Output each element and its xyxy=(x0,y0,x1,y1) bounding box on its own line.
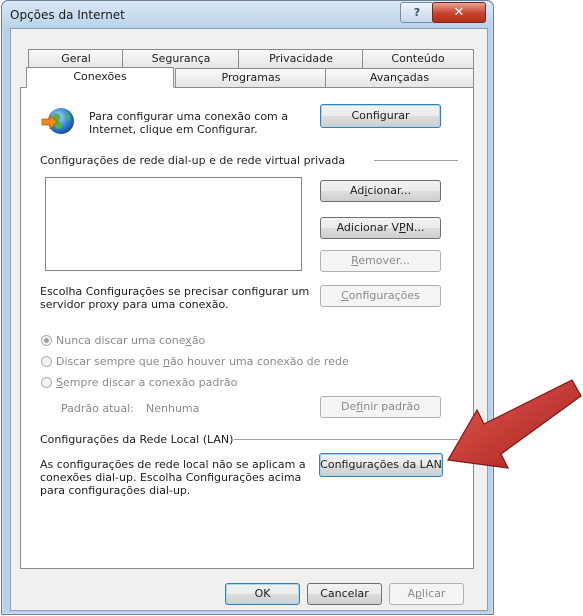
add-button[interactable]: Adicionar... xyxy=(320,180,441,202)
tab-geral[interactable]: Geral xyxy=(28,49,124,68)
lan-settings-button[interactable]: Configurações da LAN xyxy=(319,453,443,477)
radio-always-dial-label: Sempre discar a conexão padrão xyxy=(56,376,238,389)
apply-button[interactable]: Aplicar xyxy=(389,583,464,605)
tab-label: Privacidade xyxy=(269,52,333,65)
tab-seguranca[interactable]: Segurança xyxy=(122,49,240,68)
tab-programas[interactable]: Programas xyxy=(175,68,327,87)
setup-text-line1: Para configurar uma conexão com a xyxy=(89,110,289,123)
radio-dial-when-no-network[interactable] xyxy=(41,356,52,367)
set-default-button[interactable]: Definir padrão xyxy=(320,396,441,418)
tab-label: Conexões xyxy=(73,70,127,83)
group-divider xyxy=(234,439,458,440)
window-title: Opções da Internet xyxy=(10,8,125,22)
question-icon: ? xyxy=(413,6,421,19)
settings-button[interactable]: Configurações xyxy=(320,285,441,307)
help-button[interactable]: ? xyxy=(400,2,434,23)
lan-text-line1: As configurações de rede local não se ap… xyxy=(40,458,306,471)
radio-always-dial[interactable] xyxy=(41,377,52,388)
title-bar[interactable]: Opções da Internet ? ✕ xyxy=(2,1,493,27)
tab-conexoes[interactable]: Conexões xyxy=(26,67,174,88)
current-default-label: Padrão atual: xyxy=(61,402,134,415)
tab-conteudo[interactable]: Conteúdo xyxy=(362,49,474,68)
radio-dial-when-no-network-label: Discar sempre que não houver uma conexão… xyxy=(56,355,349,368)
tab-label: Avançadas xyxy=(369,71,430,84)
configure-button[interactable]: Configurar xyxy=(320,104,441,128)
tab-privacidade[interactable]: Privacidade xyxy=(238,49,364,68)
radio-never-dial-label: Nunca discar uma conexão xyxy=(56,334,206,347)
radio-never-dial[interactable] xyxy=(41,335,52,346)
current-default-value: Nenhuma xyxy=(146,402,200,415)
tab-label: Conteúdo xyxy=(391,52,445,65)
dialup-group-label: Configurações de rede dial-up e de rede … xyxy=(40,154,346,167)
connections-listbox[interactable] xyxy=(45,177,302,271)
tab-avancadas[interactable]: Avançadas xyxy=(325,68,474,87)
setup-text-line2: Internet, clique em Configurar. xyxy=(89,123,258,136)
lan-group-label: Configurações da Rede Local (LAN) xyxy=(40,433,234,446)
tab-label: Geral xyxy=(61,52,91,65)
proxy-hint-line1: Escolha Configurações se precisar config… xyxy=(40,285,310,298)
lan-text-line3: para configurações dial-up. xyxy=(40,484,191,497)
add-vpn-button[interactable]: Adicionar VPN... xyxy=(320,217,441,239)
globe-connect-icon xyxy=(41,108,74,134)
remove-button[interactable]: Remover... xyxy=(320,250,441,272)
group-divider xyxy=(374,160,458,161)
red-pointer-arrow-icon xyxy=(447,379,582,469)
ok-button[interactable]: OK xyxy=(225,583,300,605)
cancel-button[interactable]: Cancelar xyxy=(307,583,382,605)
proxy-hint-line2: servidor proxy para uma conexão. xyxy=(40,298,229,311)
lan-text-line2: conexões dial-up. Escolha Configurações … xyxy=(40,471,302,484)
tab-label: Segurança xyxy=(151,52,211,65)
tab-label: Programas xyxy=(221,71,281,84)
close-button[interactable]: ✕ xyxy=(432,2,486,23)
close-icon: ✕ xyxy=(453,5,465,20)
